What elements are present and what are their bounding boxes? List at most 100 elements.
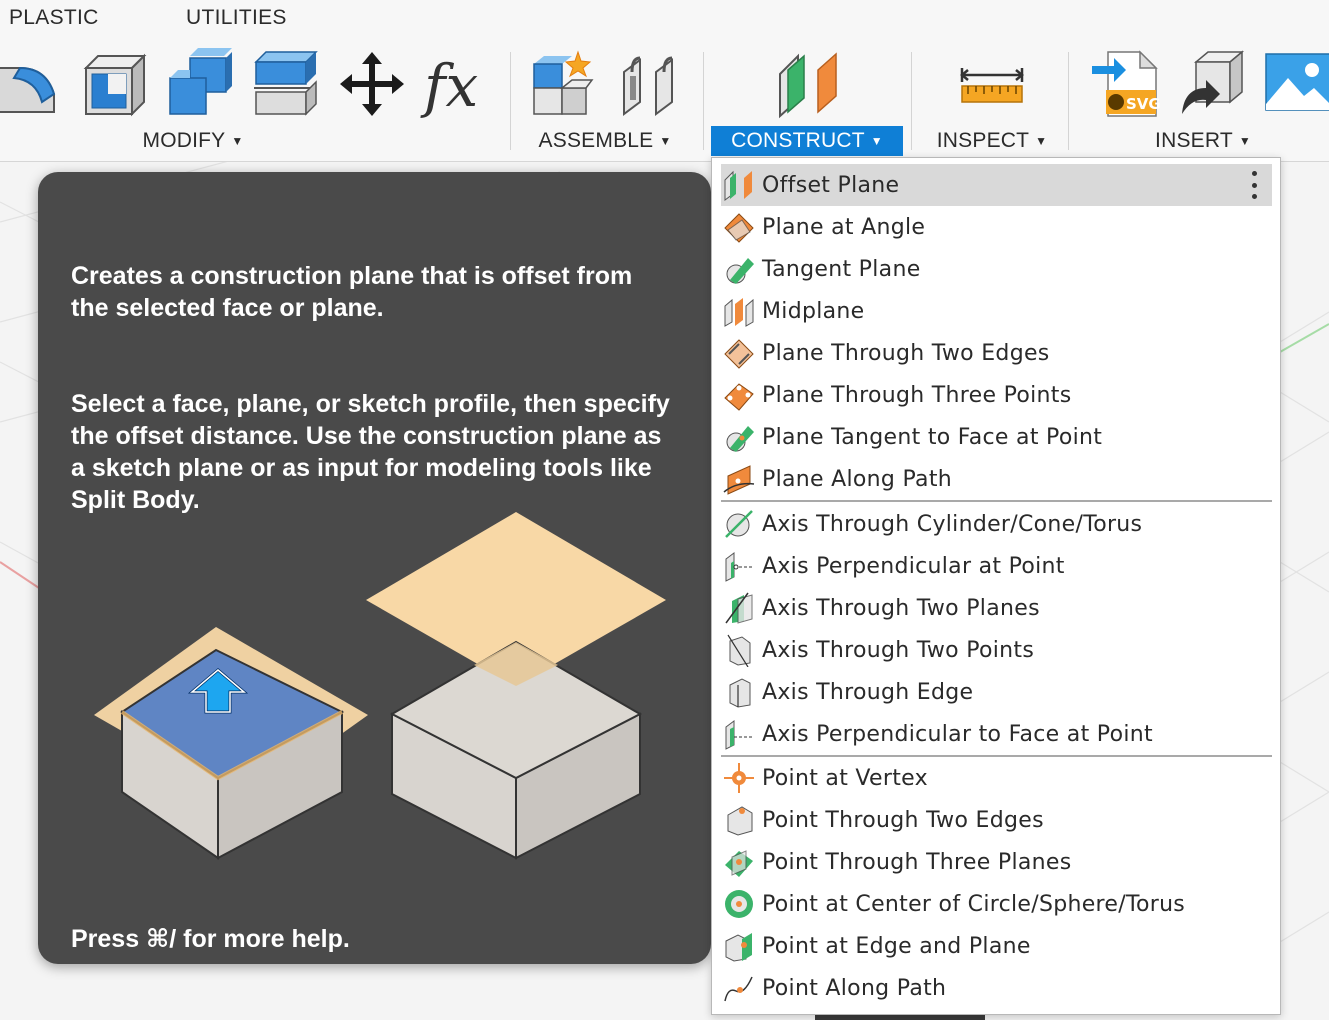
tangent-plane-icon — [726, 258, 754, 284]
menu-item-axis-two-planes[interactable]: Axis Through Two Planes — [721, 587, 1272, 629]
point-vertex-icon — [724, 763, 754, 793]
plane-two-edges-icon — [724, 339, 754, 369]
menu-item-plane-three-points[interactable]: Plane Through Three Points — [721, 374, 1272, 416]
menu-item-point-along-path[interactable]: Point Along Path — [721, 967, 1272, 1009]
offset-plane-icon[interactable] — [774, 48, 846, 120]
menu-item-label: Point Along Path — [762, 975, 947, 1001]
plane-tangent-face-point-icon — [726, 426, 754, 452]
menu-item-label: Plane Through Two Edges — [762, 340, 1050, 366]
point-along-path-icon — [724, 976, 753, 1002]
insert-image-icon[interactable] — [1264, 48, 1329, 120]
menu-item-plane-along-path[interactable]: Plane Along Path — [721, 458, 1272, 500]
menu-item-point-vertex[interactable]: Point at Vertex — [721, 757, 1272, 799]
menu-item-label: Midplane — [762, 298, 865, 324]
joint-icon[interactable] — [614, 48, 686, 120]
menu-item-point-edge-plane[interactable]: Point at Edge and Plane — [721, 925, 1272, 967]
menu-item-label: Axis Through Two Points — [762, 637, 1035, 663]
axis-cylinder-icon — [725, 510, 753, 538]
measure-icon[interactable] — [956, 48, 1028, 120]
axis-perpendicular-point-icon — [725, 552, 754, 582]
offset-plane-icon — [724, 170, 752, 201]
tooltip-help-hint: Press ⌘/ for more help. — [71, 925, 350, 953]
tooltip-offset-plane: Creates a construction plane that is off… — [38, 172, 711, 964]
construct-menu-button[interactable]: CONSTRUCT ▼ — [711, 126, 903, 156]
chevron-down-icon: ▼ — [870, 134, 883, 148]
menu-item-label: Point at Vertex — [762, 765, 928, 791]
menu-divider — [721, 500, 1272, 502]
menu-item-label: Axis Perpendicular to Face at Point — [762, 721, 1153, 747]
menu-item-axis-edge[interactable]: Axis Through Edge — [721, 671, 1272, 713]
parameters-icon[interactable]: fx — [420, 48, 492, 120]
new-component-icon[interactable] — [528, 48, 600, 120]
menu-item-axis-two-points[interactable]: Axis Through Two Points — [721, 629, 1272, 671]
menu-item-label: Axis Through Edge — [762, 679, 974, 705]
menu-item-axis-perpendicular-face[interactable]: Axis Perpendicular to Face at Point — [721, 713, 1272, 755]
fillet-icon[interactable] — [0, 48, 62, 120]
menu-item-label: Axis Through Two Planes — [762, 595, 1040, 621]
tooltip-details: Select a face, plane, or sketch profile,… — [71, 390, 670, 514]
toolbar-separator — [1068, 52, 1069, 150]
menu-item-label: Axis Through Cylinder/Cone/Torus — [762, 511, 1143, 537]
toolbar-separator — [911, 52, 912, 150]
toolbar: PLASTIC UTILITIES fx MODIFY ▼ ASSEMBLE ▼… — [0, 0, 1329, 162]
chevron-down-icon: ▼ — [1238, 134, 1251, 148]
insert-label: INSERT — [1155, 129, 1233, 152]
menu-item-label: Tangent Plane — [762, 256, 921, 282]
chevron-down-icon: ▼ — [659, 134, 672, 148]
inspect-menu-button[interactable]: INSPECT ▼ — [936, 126, 1048, 156]
axis-two-points-icon — [727, 634, 751, 667]
midplane-icon — [724, 298, 754, 327]
construct-dropdown-menu: Offset Plane Plane at Angle Tangent Plan… — [711, 157, 1281, 1015]
insert-svg-icon[interactable]: SVG — [1090, 48, 1162, 120]
tab-utilities[interactable]: UTILITIES — [186, 6, 287, 30]
menu-item-label: Point at Center of Circle/Sphere/Torus — [762, 891, 1186, 917]
menu-item-plane-tangent-face-point[interactable]: Plane Tangent to Face at Point — [721, 416, 1272, 458]
menu-item-plane-two-edges[interactable]: Plane Through Two Edges — [721, 332, 1272, 374]
menu-item-label: Point at Edge and Plane — [762, 933, 1031, 959]
menu-item-label: Plane Along Path — [762, 466, 952, 492]
press-pull-icon[interactable] — [250, 48, 322, 120]
point-three-planes-icon — [725, 850, 753, 877]
chevron-down-icon: ▼ — [231, 134, 244, 148]
move-icon[interactable] — [336, 48, 408, 120]
plane-at-angle-icon — [724, 213, 754, 243]
combine-icon[interactable] — [164, 48, 236, 120]
plane-three-points-icon — [724, 383, 754, 411]
chevron-down-icon: ▼ — [1035, 134, 1048, 148]
inspect-label: INSPECT — [936, 129, 1030, 152]
assemble-menu-button[interactable]: ASSEMBLE ▼ — [538, 126, 672, 156]
menu-item-tangent-plane[interactable]: Tangent Plane — [721, 248, 1272, 290]
toolbar-separator — [510, 52, 511, 150]
menu-item-point-two-edges[interactable]: Point Through Two Edges — [721, 799, 1272, 841]
menu-item-point-three-planes[interactable]: Point Through Three Planes — [721, 841, 1272, 883]
menu-item-label: Point Through Two Edges — [762, 807, 1044, 833]
menu-item-axis-cylinder[interactable]: Axis Through Cylinder/Cone/Torus — [721, 503, 1272, 545]
svg-text:fx: fx — [420, 52, 478, 120]
shell-icon[interactable] — [78, 48, 150, 120]
axis-edge-icon — [729, 678, 751, 708]
tab-plastic[interactable]: PLASTIC — [9, 6, 99, 30]
menu-item-label: Plane at Angle — [762, 214, 926, 240]
tooltip-summary: Creates a construction plane that is off… — [71, 262, 633, 322]
menu-item-offset-plane[interactable]: Offset Plane — [721, 164, 1272, 206]
insert-menu-button[interactable]: INSERT ▼ — [1150, 126, 1256, 156]
offset-plane-illustration — [66, 502, 686, 887]
menu-item-label: Axis Perpendicular at Point — [762, 553, 1065, 579]
modify-label: MODIFY — [142, 129, 226, 152]
menu-item-axis-perpendicular-point[interactable]: Axis Perpendicular at Point — [721, 545, 1272, 587]
menu-item-plane-at-angle[interactable]: Plane at Angle — [721, 206, 1272, 248]
menu-item-label: Offset Plane — [762, 172, 900, 198]
more-options-icon[interactable] — [1250, 171, 1258, 199]
point-edge-plane-icon — [725, 933, 752, 962]
point-two-edges-icon — [727, 806, 753, 836]
assemble-label: ASSEMBLE — [538, 129, 654, 152]
menu-item-point-center[interactable]: Point at Center of Circle/Sphere/Torus — [721, 883, 1272, 925]
plane-along-path-icon — [723, 465, 755, 495]
menu-item-midplane[interactable]: Midplane — [721, 290, 1272, 332]
construct-label: CONSTRUCT — [731, 129, 865, 152]
svg-text:SVG: SVG — [1126, 95, 1161, 113]
modify-menu-button[interactable]: MODIFY ▼ — [140, 126, 246, 156]
menu-item-label: Plane Tangent to Face at Point — [762, 424, 1103, 450]
insert-mesh-icon[interactable] — [1176, 48, 1248, 120]
menu-item-label: Point Through Three Planes — [762, 849, 1072, 875]
